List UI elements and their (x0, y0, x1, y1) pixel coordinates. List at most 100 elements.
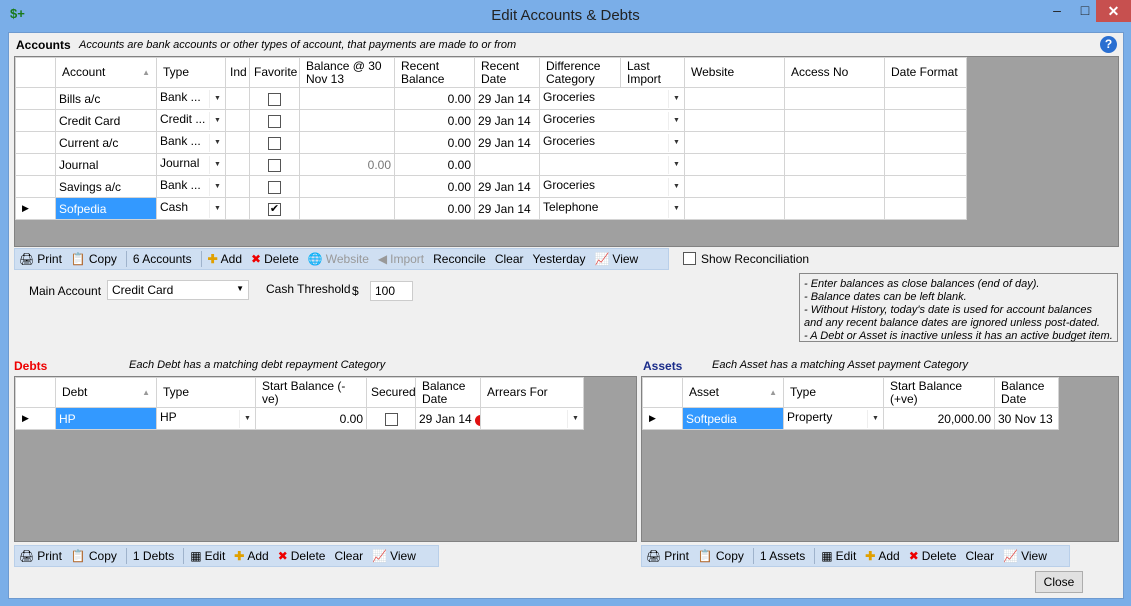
reconcile-button[interactable]: Reconcile (433, 252, 486, 266)
category-cell[interactable]: Groceries ▼ (539, 175, 685, 198)
last-import-cell[interactable] (684, 175, 785, 198)
recent-date-cell[interactable] (474, 153, 540, 176)
recent-balance-cell[interactable]: 0.00 (394, 109, 475, 132)
delete-button[interactable]: ✖ Delete (251, 252, 299, 266)
ind-cell[interactable] (225, 197, 250, 220)
favorite-checkbox[interactable] (268, 180, 281, 194)
clear-button[interactable]: Clear (334, 549, 363, 563)
col-start-balance[interactable]: Start Balance (-ve) (255, 377, 367, 408)
website-button[interactable]: 🌐 Website (308, 252, 369, 266)
favorite-cell[interactable] (249, 131, 300, 154)
start-balance-cell[interactable]: 0.00 (255, 407, 367, 430)
recent-balance-cell[interactable]: 0.00 (394, 197, 475, 220)
type-cell[interactable]: Bank ... ▼ (156, 87, 226, 110)
access-no-cell[interactable] (884, 197, 967, 220)
col-arrears-for[interactable]: Arrears For (480, 377, 584, 408)
website-cell[interactable] (784, 87, 885, 110)
show-reconciliation-checkbox[interactable] (683, 252, 696, 265)
delete-button[interactable]: ✖ Delete (278, 549, 326, 563)
add-button[interactable]: ✚ Add (234, 549, 268, 563)
balance-cell[interactable] (299, 175, 395, 198)
asset-cell[interactable]: Softpedia (682, 407, 784, 430)
col-favorite[interactable]: Favorite (249, 57, 300, 88)
access-no-cell[interactable] (884, 175, 967, 198)
last-import-cell[interactable] (684, 197, 785, 220)
yesterday-button[interactable]: Yesterday (533, 252, 586, 266)
col-type[interactable]: Type (156, 377, 256, 408)
account-cell[interactable]: Journal (55, 153, 157, 176)
last-import-cell[interactable] (684, 109, 785, 132)
help-icon[interactable]: ? (1100, 36, 1117, 53)
chevron-down-icon[interactable]: ▼ (209, 89, 225, 108)
add-button[interactable]: ✚ Add (865, 549, 899, 563)
website-cell[interactable] (784, 109, 885, 132)
col-date-format[interactable]: Date Format (884, 57, 967, 88)
col-balance-date[interactable]: Balance Date (994, 377, 1059, 408)
favorite-checkbox[interactable]: ✔ (268, 202, 281, 216)
cash-threshold-input[interactable]: 100 (370, 281, 413, 301)
col-debt[interactable]: Debt ▲ (55, 377, 157, 408)
minimize-button[interactable]: – (1043, 0, 1071, 22)
ind-cell[interactable] (225, 109, 250, 132)
recent-balance-cell[interactable]: 0.00 (394, 131, 475, 154)
chevron-down-icon[interactable]: ▼ (668, 155, 684, 174)
chevron-down-icon[interactable]: ▼ (668, 111, 684, 130)
arrears-for-cell[interactable]: ▼ (480, 407, 584, 430)
favorite-cell[interactable] (249, 109, 300, 132)
access-no-cell[interactable] (884, 87, 967, 110)
table-row[interactable]: Bills a/c Bank ... ▼ 0.00 29 Jan 14 Groceries… (15, 87, 967, 110)
chevron-down-icon[interactable]: ▼ (567, 409, 583, 428)
access-no-cell[interactable] (884, 131, 967, 154)
table-row[interactable]: Journal Journal ▼ 0.00 0.00 ▼ (15, 153, 967, 176)
col-recent-date[interactable]: Recent Date (474, 57, 540, 88)
chevron-down-icon[interactable]: ▼ (668, 177, 684, 196)
ind-cell[interactable] (225, 131, 250, 154)
access-no-cell[interactable] (884, 153, 967, 176)
recent-date-cell[interactable]: 29 Jan 14 (474, 131, 540, 154)
col-type[interactable]: Type (783, 377, 884, 408)
recent-balance-cell[interactable]: 0.00 (394, 153, 475, 176)
website-cell[interactable] (784, 197, 885, 220)
chevron-down-icon[interactable]: ▼ (209, 133, 225, 152)
col-type[interactable]: Type (156, 57, 226, 88)
view-button[interactable]: 📈 View (594, 252, 638, 266)
recent-date-cell[interactable]: 29 Jan 14 (474, 109, 540, 132)
col-secured[interactable]: Secured (366, 377, 416, 408)
secured-checkbox[interactable] (384, 412, 398, 426)
print-button[interactable]: 🖨 Print (19, 252, 62, 266)
website-cell[interactable] (784, 131, 885, 154)
table-row[interactable]: Current a/c Bank ... ▼ 0.00 29 Jan 14 Groceri… (15, 131, 967, 154)
col-balance-date[interactable]: Balance Date (415, 377, 481, 408)
copy-button[interactable]: 📋 Copy (71, 549, 117, 563)
delete-button[interactable]: ✖ Delete (909, 549, 957, 563)
type-cell[interactable]: Bank ... ▼ (156, 131, 226, 154)
col-difference-category[interactable]: Difference Category (539, 57, 621, 88)
chevron-down-icon[interactable]: ▼ (668, 89, 684, 108)
view-button[interactable]: 📈 View (372, 549, 416, 563)
close-window-button[interactable]: ✕ (1096, 0, 1131, 22)
main-account-select[interactable]: Credit Card ▼ (107, 280, 249, 300)
chevron-down-icon[interactable]: ▼ (209, 155, 225, 174)
print-button[interactable]: 🖨 Print (646, 549, 689, 563)
close-button[interactable]: Close (1035, 571, 1083, 593)
table-row[interactable]: ▶ Sofpedia Cash ▼ ✔ 0.00 29 Jan 14 Telephone ▼ (15, 197, 967, 220)
col-website[interactable]: Website (684, 57, 785, 88)
account-cell[interactable]: Bills a/c (55, 87, 157, 110)
category-cell[interactable]: Groceries ▼ (539, 131, 685, 154)
recent-balance-cell[interactable]: 0.00 (394, 87, 475, 110)
recent-date-cell[interactable]: 29 Jan 14 (474, 197, 540, 220)
table-row[interactable]: ▶ HP HP▼ 0.00 29 Jan 14 ! ▼ (15, 407, 584, 430)
add-button[interactable]: ✚ Add (208, 252, 242, 266)
ind-cell[interactable] (225, 175, 250, 198)
type-cell[interactable]: Property ▼ (783, 407, 884, 430)
col-balance[interactable]: Balance @ 30 Nov 13 (299, 57, 395, 88)
chevron-down-icon[interactable]: ▼ (668, 199, 684, 218)
type-cell[interactable]: Journal ▼ (156, 153, 226, 176)
category-cell[interactable]: Groceries ▼ (539, 109, 685, 132)
view-button[interactable]: 📈 View (1003, 549, 1047, 563)
favorite-cell[interactable]: ✔ (249, 197, 300, 220)
type-cell[interactable]: HP ▼ (156, 407, 256, 430)
chevron-down-icon[interactable]: ▼ (209, 177, 225, 196)
col-recent-balance[interactable]: Recent Balance (394, 57, 475, 88)
clear-button[interactable]: Clear (495, 252, 524, 266)
